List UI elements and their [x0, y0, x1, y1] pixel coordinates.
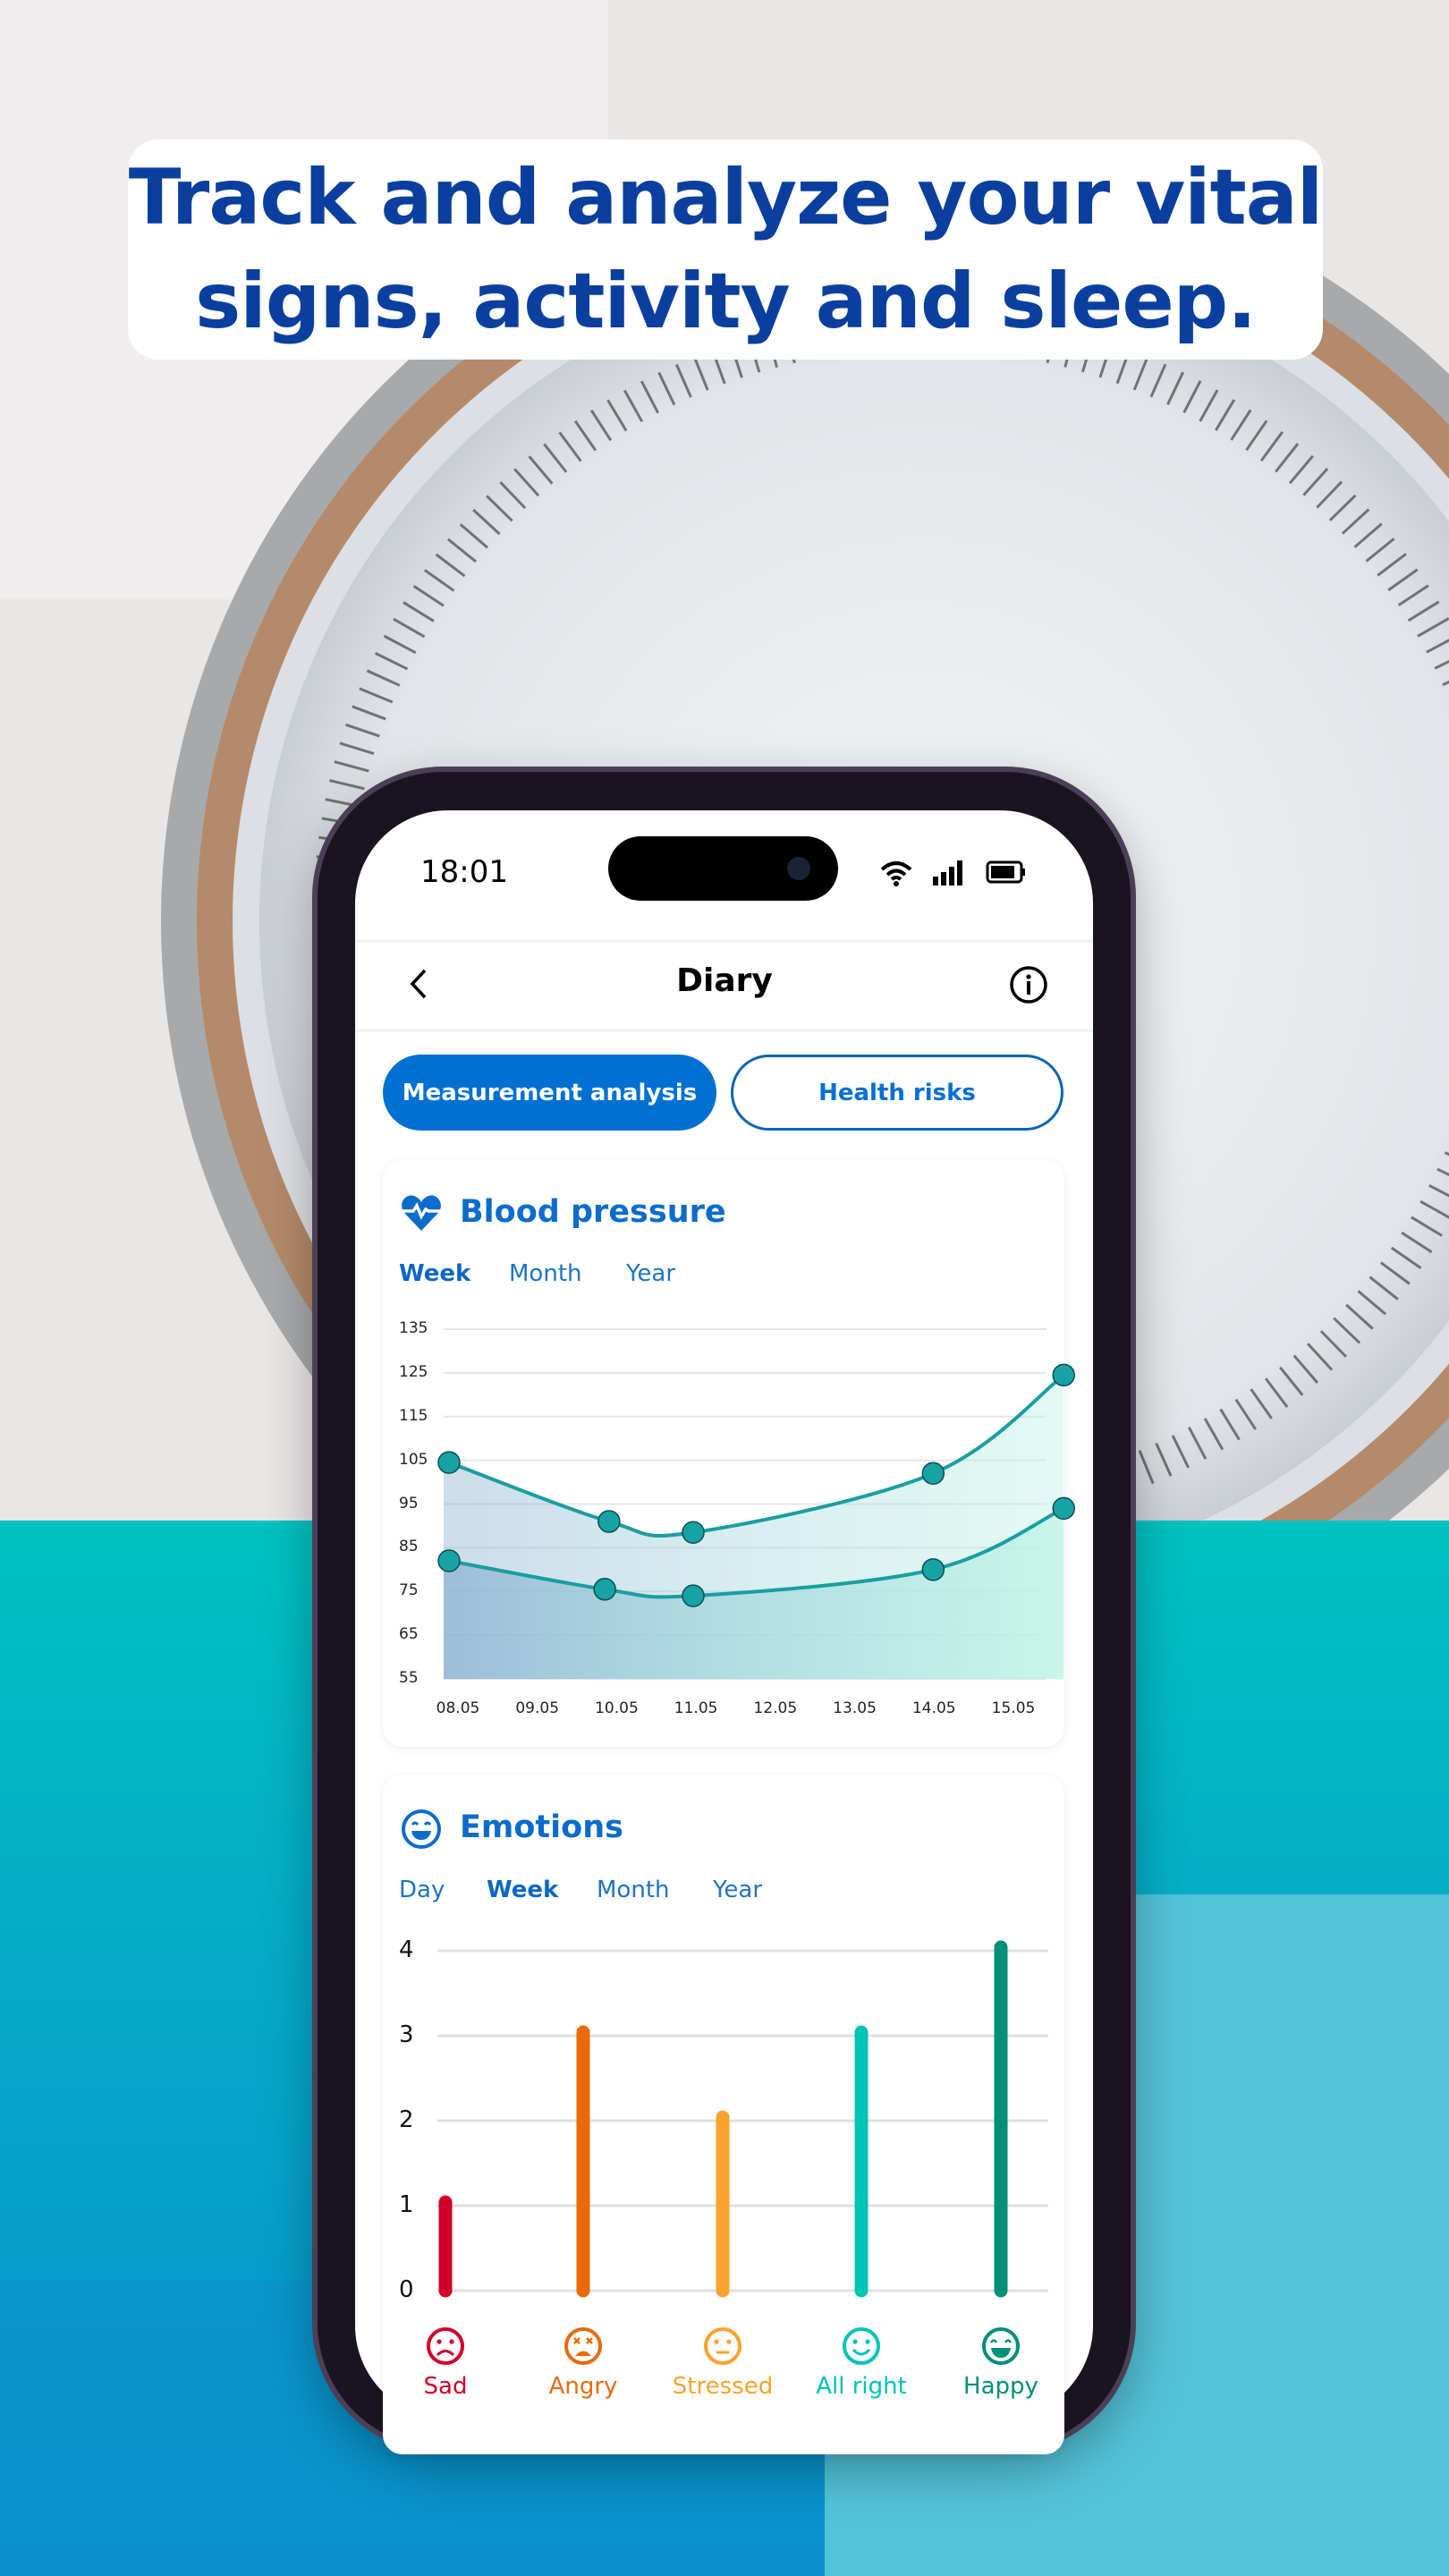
- angry-face-icon: [564, 2327, 602, 2365]
- smile-face-icon: [843, 2327, 880, 2365]
- happy-face-icon: [982, 2327, 1020, 2365]
- emotions-chart: [427, 1940, 1048, 2365]
- neutral-face-icon: [704, 2327, 741, 2365]
- sad-face-icon: [427, 2327, 464, 2365]
